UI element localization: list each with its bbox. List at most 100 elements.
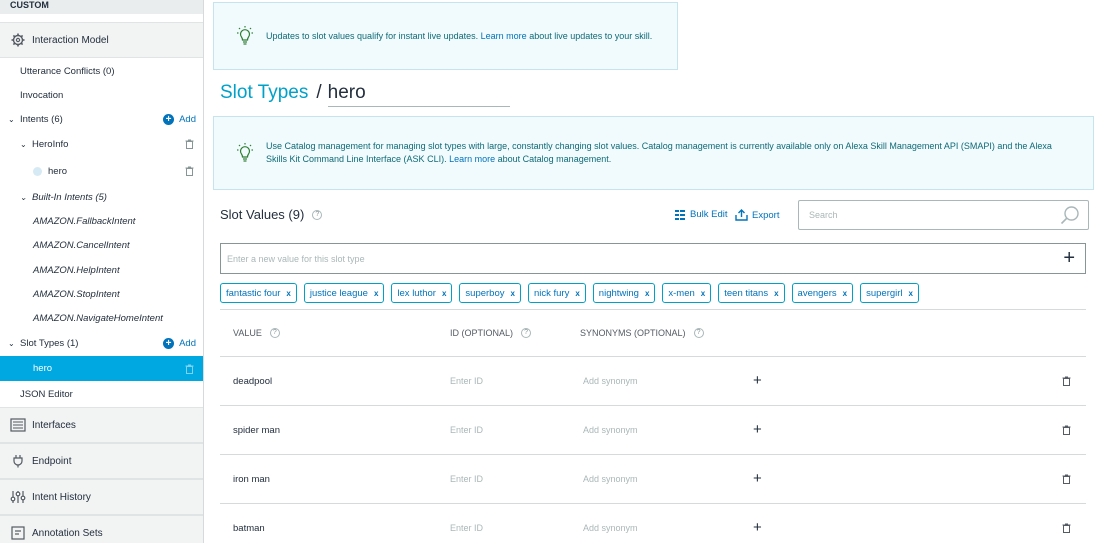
sidebar-label: AMAZON.HelpIntent [33, 264, 120, 276]
sidebar-item-builtin[interactable]: AMAZON.StopIntent [0, 282, 203, 306]
sidebar-item-annotation-sets[interactable]: Annotation Sets [0, 515, 203, 543]
sidebar-label: AMAZON.NavigateHomeIntent [33, 312, 163, 324]
remove-chip-icon[interactable]: x [511, 289, 515, 298]
trash-icon[interactable] [185, 166, 194, 176]
header-label: SYNONYMS (OPTIONAL) [580, 328, 686, 338]
sidebar-item-intent-history[interactable]: Intent History [0, 479, 203, 515]
chip-label: fantastic four [226, 287, 281, 299]
add-label: Add [179, 113, 196, 125]
slot-dot-icon [33, 166, 42, 176]
sidebar-label: Intent History [32, 491, 91, 503]
add-synonym-plus-icon[interactable]: + [753, 470, 762, 487]
remove-chip-icon[interactable]: x [843, 289, 847, 298]
synonym-input[interactable]: Add synonym [583, 523, 638, 533]
slot-value-input[interactable]: spider man [233, 425, 280, 436]
add-synonym-plus-icon[interactable]: + [753, 421, 762, 438]
remove-chip-icon[interactable]: x [774, 289, 778, 298]
slot-value-chip[interactable]: fantastic four x [220, 283, 297, 303]
id-input[interactable]: Enter ID [450, 425, 483, 435]
export-icon [735, 209, 748, 221]
slot-value-input[interactable]: iron man [233, 474, 270, 485]
breadcrumb-separator: / [316, 82, 322, 103]
sidebar-item-interaction-model[interactable]: Interaction Model [0, 22, 203, 58]
sidebar-item-builtin[interactable]: AMAZON.HelpIntent [0, 258, 203, 282]
remove-chip-icon[interactable]: x [374, 289, 378, 298]
sidebar-label: Slot Types (1) [20, 337, 79, 349]
trash-icon[interactable] [1062, 474, 1071, 484]
sidebar-label: JSON Editor [20, 388, 73, 400]
remove-chip-icon[interactable]: x [909, 289, 913, 298]
id-input[interactable]: Enter ID [450, 523, 483, 533]
slot-value-chip[interactable]: nick fury x [527, 283, 586, 303]
sidebar-label: Interaction Model [32, 34, 109, 46]
chip-label: teen titans [724, 287, 769, 299]
remove-chip-icon[interactable]: x [442, 289, 446, 298]
learn-more-catalog-link[interactable]: Learn more [449, 154, 495, 164]
trash-icon[interactable] [1062, 523, 1071, 533]
trash-icon[interactable] [185, 139, 194, 149]
slot-value-chip[interactable]: supergirl x [860, 283, 919, 303]
slot-value-chip[interactable]: avengers x [791, 283, 854, 303]
sidebar-item-builtin[interactable]: AMAZON.FallbackIntent [0, 209, 203, 233]
sidebar-label: Intents (6) [20, 113, 63, 125]
sidebar-item-builtin[interactable]: AMAZON.NavigateHomeIntent [0, 306, 203, 330]
sidebar: CUSTOM Interaction Model Utterance Confl… [0, 0, 204, 543]
column-header-synonyms: SYNONYMS (OPTIONAL)? [580, 328, 704, 338]
add-value-plus-icon[interactable]: + [1063, 248, 1075, 268]
sidebar-item-json-editor[interactable]: JSON Editor [0, 382, 203, 406]
plus-circle-icon: + [163, 113, 175, 125]
slot-value-chip[interactable]: lex luthor x [391, 283, 453, 303]
help-icon[interactable]: ? [521, 328, 532, 338]
sidebar-item-hero-slot-type[interactable]: hero [0, 356, 203, 381]
slot-value-chip[interactable]: teen titans x [718, 283, 785, 303]
trash-icon[interactable] [1062, 425, 1071, 435]
new-slot-value-input[interactable]: Enter a new value for this slot type + [220, 243, 1086, 274]
slot-value-input[interactable]: batman [233, 523, 265, 534]
sidebar-label: Built-In Intents (5) [32, 191, 107, 203]
sidebar-item-endpoint[interactable]: Endpoint [0, 443, 203, 479]
breadcrumb-slot-types-link[interactable]: Slot Types [220, 82, 308, 104]
trash-icon[interactable] [1062, 376, 1071, 386]
add-intent-button[interactable]: + Add [163, 113, 196, 125]
sidebar-item-builtin-intents[interactable]: ⌄ Built-In Intents (5) [0, 185, 203, 209]
sidebar-item-heroinfo[interactable]: ⌄ HeroInfo [0, 132, 203, 156]
slot-value-chip[interactable]: superboy x [459, 283, 521, 303]
sidebar-item-intents[interactable]: ⌄ Intents (6) + Add [0, 107, 203, 131]
add-slot-type-button[interactable]: + Add [163, 337, 196, 349]
search-icon[interactable] [1060, 205, 1080, 225]
remove-chip-icon[interactable]: x [575, 289, 579, 298]
slot-value-input[interactable]: deadpool [233, 376, 272, 387]
synonym-input[interactable]: Add synonym [583, 425, 638, 435]
slot-value-chip[interactable]: x-men x [662, 283, 712, 303]
remove-chip-icon[interactable]: x [645, 289, 649, 298]
slot-values-title: Slot Values (9) ? [220, 207, 323, 222]
chip-label: nightwing [598, 287, 639, 299]
slot-value-chip[interactable]: nightwing x [592, 283, 656, 303]
help-icon[interactable]: ? [693, 328, 704, 338]
add-synonym-plus-icon[interactable]: + [753, 519, 762, 536]
synonym-input[interactable]: Add synonym [583, 474, 638, 484]
help-icon[interactable]: ? [269, 328, 280, 338]
export-button[interactable]: Export [735, 209, 779, 221]
synonym-input[interactable]: Add synonym [583, 376, 638, 386]
sidebar-item-hero-slot[interactable]: hero [0, 159, 203, 183]
add-synonym-plus-icon[interactable]: + [753, 372, 762, 389]
sidebar-label: AMAZON.StopIntent [33, 288, 120, 300]
sidebar-label: hero [48, 165, 68, 177]
sidebar-item-invocation[interactable]: Invocation [0, 83, 203, 107]
learn-more-live-updates-link[interactable]: Learn more [481, 31, 527, 41]
remove-chip-icon[interactable]: x [286, 289, 290, 298]
trash-icon[interactable] [185, 364, 194, 374]
search-input[interactable]: Search [798, 200, 1089, 230]
sidebar-item-utterance-conflicts[interactable]: Utterance Conflicts (0) [0, 59, 203, 83]
remove-chip-icon[interactable]: x [701, 289, 705, 298]
bulk-edit-button[interactable]: Bulk Edit [675, 209, 728, 220]
sidebar-item-slot-types[interactable]: ⌄ Slot Types (1) + Add [0, 331, 203, 355]
id-input[interactable]: Enter ID [450, 376, 483, 386]
sidebar-item-interfaces[interactable]: Interfaces [0, 407, 203, 443]
slot-value-chip[interactable]: justice league x [303, 283, 385, 303]
slot-type-name-input[interactable]: hero [327, 82, 510, 107]
id-input[interactable]: Enter ID [450, 474, 483, 484]
help-icon[interactable]: ? [312, 209, 323, 220]
sidebar-item-builtin[interactable]: AMAZON.CancelIntent [0, 233, 203, 257]
